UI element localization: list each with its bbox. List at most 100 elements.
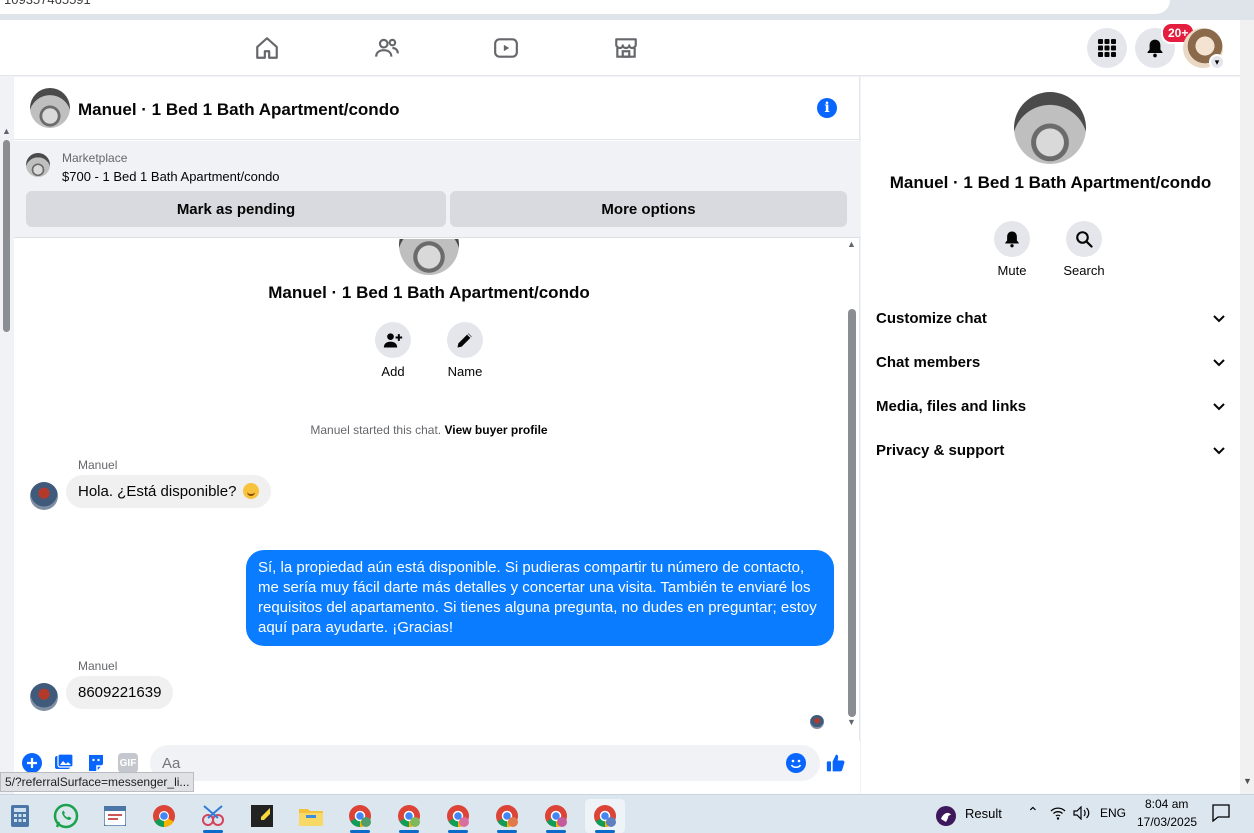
message-text: 8609221639: [78, 684, 162, 701]
scroll-down-icon[interactable]: ▼: [847, 717, 856, 727]
snipping-tool-app-icon[interactable]: [193, 799, 233, 833]
volume-icon[interactable]: [1073, 805, 1091, 824]
chrome-profile-app-icon[interactable]: [389, 799, 429, 833]
photo-icon[interactable]: [54, 753, 74, 773]
info-icon[interactable]: i: [817, 98, 837, 118]
message-text: Hola. ¿Está disponible?: [78, 483, 237, 500]
mark-pending-button[interactable]: Mark as pending: [26, 191, 446, 227]
search-label: Search: [1063, 263, 1105, 278]
chat-pane: Manuel · 1 Bed 1 Bath Apartment/condo i …: [14, 77, 860, 794]
watch-icon[interactable]: [492, 34, 520, 62]
media-files-links-section[interactable]: Media, files and links: [876, 386, 1226, 426]
view-buyer-profile-link[interactable]: View buyer profile: [444, 423, 547, 437]
more-options-button[interactable]: More options: [450, 191, 847, 227]
result-label[interactable]: Result: [965, 806, 1002, 821]
thumbs-up-icon[interactable]: [826, 753, 846, 773]
message-bubble-incoming[interactable]: 8609221639: [66, 676, 174, 709]
customize-chat-section[interactable]: Customize chat: [876, 298, 1226, 338]
sticky-notes-app-icon[interactable]: [242, 799, 282, 833]
windows-taskbar: Result ⌃ ENG 8:04 am 17/03/2025: [0, 794, 1254, 833]
chrome-profile-app-icon[interactable]: [585, 799, 625, 833]
file-explorer-app-icon[interactable]: [291, 799, 331, 833]
search-action[interactable]: Search: [1054, 221, 1114, 278]
search-icon[interactable]: [1066, 221, 1102, 257]
gif-icon[interactable]: GIF: [118, 753, 138, 773]
add-person-icon[interactable]: [375, 322, 411, 358]
browser-scrollbar[interactable]: ▼: [1240, 20, 1254, 794]
wifi-icon[interactable]: [1050, 806, 1066, 824]
privacy-support-section[interactable]: Privacy & support: [876, 430, 1226, 470]
scroll-up-icon[interactable]: ▲: [847, 239, 856, 249]
intro-title: Manuel · 1 Bed 1 Bath Apartment/condo: [268, 283, 590, 302]
pencil-icon[interactable]: [447, 322, 483, 358]
section-label: Privacy & support: [876, 441, 1005, 459]
mute-label: Mute: [997, 263, 1027, 278]
chevron-down-icon: [1213, 447, 1225, 455]
listing-title[interactable]: $700 - 1 Bed 1 Bath Apartment/condo: [62, 169, 280, 184]
section-label: Media, files and links: [876, 397, 1027, 415]
chat-avatar[interactable]: [30, 88, 70, 128]
intro-avatar[interactable]: [399, 239, 459, 275]
clock-date[interactable]: 17/03/2025: [1137, 815, 1197, 829]
sender-name: Manuel: [78, 458, 118, 472]
add-people-action[interactable]: Add: [363, 322, 423, 379]
chrome-profile-app-icon[interactable]: [536, 799, 576, 833]
mute-action[interactable]: Mute: [982, 221, 1042, 278]
notification-center-icon[interactable]: [1212, 804, 1230, 826]
scrollbar-thumb[interactable]: [848, 309, 856, 717]
scroll-down-icon[interactable]: ▼: [1243, 776, 1252, 786]
listing-thumbnail[interactable]: [26, 153, 50, 177]
sender-avatar[interactable]: [30, 683, 58, 711]
message-input[interactable]: [150, 745, 820, 781]
chat-title[interactable]: Manuel · 1 Bed 1 Bath Apartment/condo: [78, 100, 399, 120]
top-navigation: [0, 20, 1240, 76]
language-indicator[interactable]: ENG: [1100, 806, 1126, 820]
messages-scrollbar[interactable]: ▲ ▼: [845, 239, 859, 729]
menu-grid-button[interactable]: [1087, 28, 1127, 68]
browser-address-strip: 109357465591: [0, 0, 1254, 20]
chevron-down-icon: [1213, 315, 1225, 323]
grid-icon: [1098, 39, 1116, 57]
chevron-up-icon[interactable]: ⌃: [1027, 804, 1039, 821]
marketplace-icon[interactable]: [612, 34, 640, 62]
bell-icon[interactable]: [994, 221, 1030, 257]
sticker-icon[interactable]: [86, 753, 106, 773]
page-scrollbar[interactable]: ▲: [0, 126, 14, 794]
address-text: 109357465591: [4, 0, 91, 7]
marketplace-label: Marketplace: [62, 151, 128, 165]
chat-started-notice: Manuel started this chat. View buyer pro…: [14, 423, 844, 437]
chevron-down-icon: [1213, 403, 1225, 411]
marketplace-banner: Marketplace $700 - 1 Bed 1 Bath Apartmen…: [14, 141, 860, 238]
sender-avatar[interactable]: [30, 482, 58, 510]
clock-time[interactable]: 8:04 am: [1145, 797, 1188, 811]
whatsapp-app-icon[interactable]: [46, 799, 86, 833]
home-icon[interactable]: [253, 34, 281, 62]
chrome-profile-app-icon[interactable]: [487, 799, 527, 833]
smiling-face-emoji-icon: [242, 483, 259, 499]
scroll-up-icon[interactable]: ▲: [2, 126, 11, 136]
intro-avatar-clip: [14, 239, 844, 279]
chevron-down-icon[interactable]: ▾: [1209, 54, 1225, 70]
chrome-profile-app-icon[interactable]: [340, 799, 380, 833]
address-bar[interactable]: [0, 0, 1170, 14]
emoji-icon[interactable]: [786, 753, 806, 773]
chrome-profile-app-icon[interactable]: [438, 799, 478, 833]
calculator-app-icon[interactable]: [0, 799, 40, 833]
section-label: Chat members: [876, 353, 981, 371]
edit-name-action[interactable]: Name: [435, 322, 495, 379]
panel-title: Manuel · 1 Bed 1 Bath Apartment/condo: [889, 173, 1212, 192]
link-status-tooltip: 5/?referralSurface=messenger_li...: [0, 772, 195, 792]
browser-window-app-icon[interactable]: [95, 799, 135, 833]
chat-details-panel: Manuel · 1 Bed 1 Bath Apartment/condo Mu…: [861, 77, 1240, 794]
chevron-down-icon: [1213, 359, 1225, 367]
panel-avatar[interactable]: [1014, 92, 1086, 164]
message-bubble-incoming[interactable]: Hola. ¿Está disponible?: [66, 475, 271, 508]
scrollbar-thumb[interactable]: [3, 140, 10, 332]
friends-icon[interactable]: [373, 34, 401, 62]
message-bubble-outgoing[interactable]: Sí, la propiedad aún está disponible. Si…: [246, 550, 834, 646]
premier-league-icon[interactable]: [926, 799, 966, 833]
chrome-app-icon[interactable]: [144, 799, 184, 833]
plus-circle-icon[interactable]: [22, 753, 42, 773]
chat-members-section[interactable]: Chat members: [876, 342, 1226, 382]
sender-name: Manuel: [78, 659, 118, 673]
